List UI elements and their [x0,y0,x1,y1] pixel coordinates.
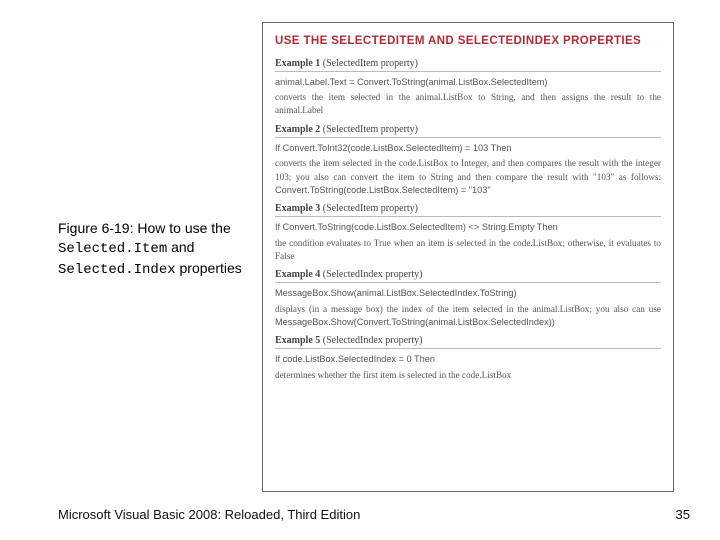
example-label: Example 2 [275,124,320,135]
caption-text-mid: and [167,239,194,255]
example-inline-code: MessageBox.Show(Convert.ToString(animal.… [275,317,555,327]
slide: Figure 6-19: How to use the Selected.Ite… [0,0,720,540]
example-5: Example 5 (SelectedIndex property) If co… [275,335,661,382]
caption-text-suffix: properties [176,260,242,276]
example-code: If Convert.ToInt32(code.ListBox.Selected… [275,142,661,154]
example-label: Example 3 [275,203,320,214]
page-number: 35 [676,507,690,522]
example-title: Example 4 (SelectedIndex property) [275,269,661,283]
figure-heading: USE THE SELECTEDITEM AND SELECTEDINDEX P… [275,33,661,50]
caption-code-2: Selected.Index [58,262,176,278]
example-desc: the condition evaluates to True when an … [275,237,661,264]
example-label: Example 1 [275,58,320,69]
example-4: Example 4 (SelectedIndex property) Messa… [275,269,661,329]
example-desc-text: converts the item selected in the code.L… [275,158,661,181]
figure-box: USE THE SELECTEDITEM AND SELECTEDINDEX P… [262,22,674,492]
example-3: Example 3 (SelectedItem property) If Con… [275,203,661,263]
example-title: Example 5 (SelectedIndex property) [275,335,661,349]
example-desc: converts the item selected in the animal… [275,91,661,118]
example-label: Example 5 [275,335,320,346]
example-title: Example 2 (SelectedItem property) [275,124,661,138]
example-desc: determines whether the first item is sel… [275,369,661,382]
figure-caption: Figure 6-19: How to use the Selected.Ite… [58,219,258,280]
example-inline-code: Convert.ToString(code.ListBox.SelectedIt… [275,185,491,195]
example-desc: converts the item selected in the code.L… [275,157,661,197]
example-desc-text: displays (in a message box) the index of… [275,304,661,314]
example-code: MessageBox.Show(animal.ListBox.SelectedI… [275,287,661,299]
caption-code-1: Selected.Item [58,241,167,257]
example-note: (SelectedItem property) [323,203,418,214]
example-title: Example 3 (SelectedItem property) [275,203,661,217]
example-note: (SelectedIndex property) [323,269,423,280]
example-1: Example 1 (SelectedItem property) animal… [275,58,661,118]
caption-text-prefix: Figure 6-19: How to use the [58,220,231,236]
example-desc: displays (in a message box) the index of… [275,303,661,330]
example-note: (SelectedItem property) [323,58,418,69]
example-label: Example 4 [275,269,320,280]
example-2: Example 2 (SelectedItem property) If Con… [275,124,661,197]
example-code: If Convert.ToString(code.ListBox.Selecte… [275,221,661,233]
example-title: Example 1 (SelectedItem property) [275,58,661,72]
footer-text: Microsoft Visual Basic 2008: Reloaded, T… [58,507,360,522]
example-code: animal.Label.Text = Convert.ToString(ani… [275,76,661,88]
example-note: (SelectedItem property) [323,124,418,135]
example-code: If code.ListBox.SelectedIndex = 0 Then [275,353,661,365]
example-note: (SelectedIndex property) [323,335,423,346]
